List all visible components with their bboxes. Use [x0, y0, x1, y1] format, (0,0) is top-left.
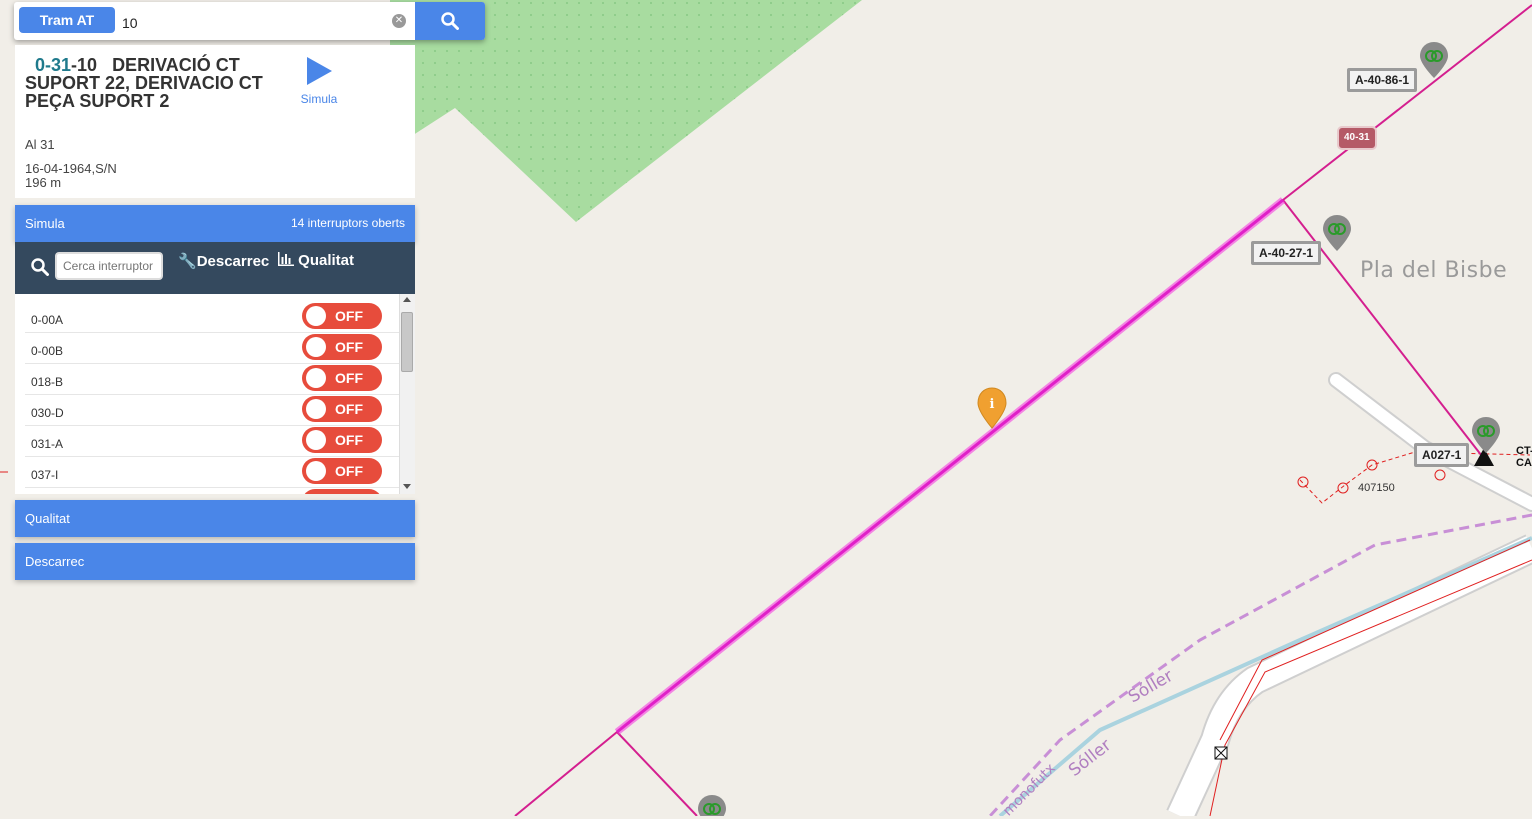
toggle-knob — [306, 368, 326, 388]
number-label: 407150 — [1358, 482, 1395, 494]
scroll-thumb[interactable] — [401, 312, 413, 372]
descarrec-section-header[interactable]: Descarrec — [15, 543, 415, 580]
ct-label: CA — [1516, 457, 1532, 469]
segment-info-card: 0-31-10 DERIVACIÓ CT SUPORT 22, DERIVACI… — [15, 45, 415, 198]
switch-name: 0-00B — [31, 344, 64, 358]
toggle-state: OFF — [335, 339, 363, 355]
scroll-up-arrow[interactable] — [403, 297, 411, 302]
toggle-knob — [306, 306, 326, 326]
svg-text:i: i — [990, 397, 995, 412]
simula-play-button[interactable]: Simula — [297, 55, 341, 109]
switch-toggle[interactable]: OFF — [302, 396, 382, 422]
simula-toolbar: 🔧Descarrec Qualitat — [15, 242, 415, 294]
toggle-knob — [306, 399, 326, 419]
scroll-down-arrow[interactable] — [403, 484, 411, 489]
switch-toggle[interactable]: OFF — [302, 365, 382, 391]
switch-name: 030-D — [31, 406, 64, 420]
search-button[interactable] — [415, 2, 485, 40]
simula-section-header[interactable]: Simula 14 interruptors oberts — [15, 205, 415, 242]
segment-date: 16-04-1964,S/N — [25, 161, 117, 176]
switch-row: 0-00A OFF — [25, 301, 399, 333]
segment-conductor: Al 31 — [25, 137, 55, 152]
qualitat-label: Qualitat — [298, 252, 355, 269]
toggle-state: OFF — [335, 463, 363, 479]
support-tag[interactable]: A027-1 — [1414, 443, 1470, 467]
descarrec-button[interactable]: 🔧Descarrec — [178, 252, 269, 270]
switch-name: 037-I — [31, 468, 59, 482]
route-tag[interactable]: 40-31 — [1337, 126, 1377, 150]
segment-length: 196 m — [25, 175, 62, 190]
search-input[interactable] — [120, 10, 394, 36]
switch-toggle[interactable]: OFF — [302, 303, 382, 329]
ct-label: CT- — [1516, 445, 1532, 457]
switch-row: 037-I OFF — [25, 456, 399, 488]
switch-name: 0-00A — [31, 313, 64, 327]
qualitat-section-header[interactable]: Qualitat — [15, 500, 415, 537]
switch-list: 0-00A OFF 0-00B OFF 018-B OFF 030-D OFF … — [15, 294, 415, 494]
switch-name: 031-A — [31, 437, 64, 451]
switch-search-input[interactable] — [55, 252, 163, 280]
segment-title: 0-31-10 DERIVACIÓ CT SUPORT 22, DERIVACI… — [25, 56, 275, 110]
switch-name: 018-B — [31, 375, 64, 389]
simula-section-label: Simula — [25, 216, 65, 231]
segment-code-prefix: 0-31 — [35, 55, 72, 75]
support-tag[interactable]: A-40-86-1 — [1347, 68, 1418, 92]
switch-row: 030-D OFF — [25, 394, 399, 426]
qualitat-button[interactable]: Qualitat — [278, 252, 354, 269]
toggle-state: OFF — [335, 370, 363, 386]
toggle-knob — [306, 337, 326, 357]
switch-row: 0-00B OFF — [25, 332, 399, 364]
tram-type-button[interactable]: Tram AT — [19, 7, 115, 33]
clear-icon[interactable]: ✕ — [392, 14, 406, 28]
support-tag[interactable]: A-40-27-1 — [1251, 241, 1322, 265]
switch-row: 018-B OFF — [25, 363, 399, 395]
switch-list-scrollbar[interactable] — [399, 294, 415, 494]
search-icon — [31, 258, 49, 276]
toggle-state: OFF — [335, 401, 363, 417]
segment-code-suffix: -10 — [71, 55, 98, 75]
qualitat-section-label: Qualitat — [25, 511, 70, 526]
open-switches-count: 14 interruptors oberts — [290, 216, 405, 230]
search-icon — [441, 12, 459, 30]
toggle-knob — [306, 430, 326, 450]
toggle-knob — [306, 461, 326, 481]
search-bar: Tram AT ✕ — [14, 2, 485, 40]
switch-toggle[interactable]: OFF — [302, 334, 382, 360]
toggle-state: OFF — [335, 432, 363, 448]
simula-play-label: Simula — [300, 92, 338, 106]
bar-chart-icon — [278, 252, 294, 266]
place-label: Pla del Bisbe — [1360, 258, 1508, 283]
descarrec-label: Descarrec — [196, 253, 270, 270]
play-icon — [307, 57, 332, 85]
switch-toggle[interactable] — [302, 489, 382, 494]
switch-toggle[interactable]: OFF — [302, 458, 382, 484]
switch-row: 031-A OFF — [25, 425, 399, 457]
switch-row-partial — [25, 487, 399, 494]
toggle-state: OFF — [335, 308, 363, 324]
switch-toggle[interactable]: OFF — [302, 427, 382, 453]
descarrec-section-label: Descarrec — [25, 554, 85, 569]
wrench-icon: 🔧 — [178, 253, 197, 270]
